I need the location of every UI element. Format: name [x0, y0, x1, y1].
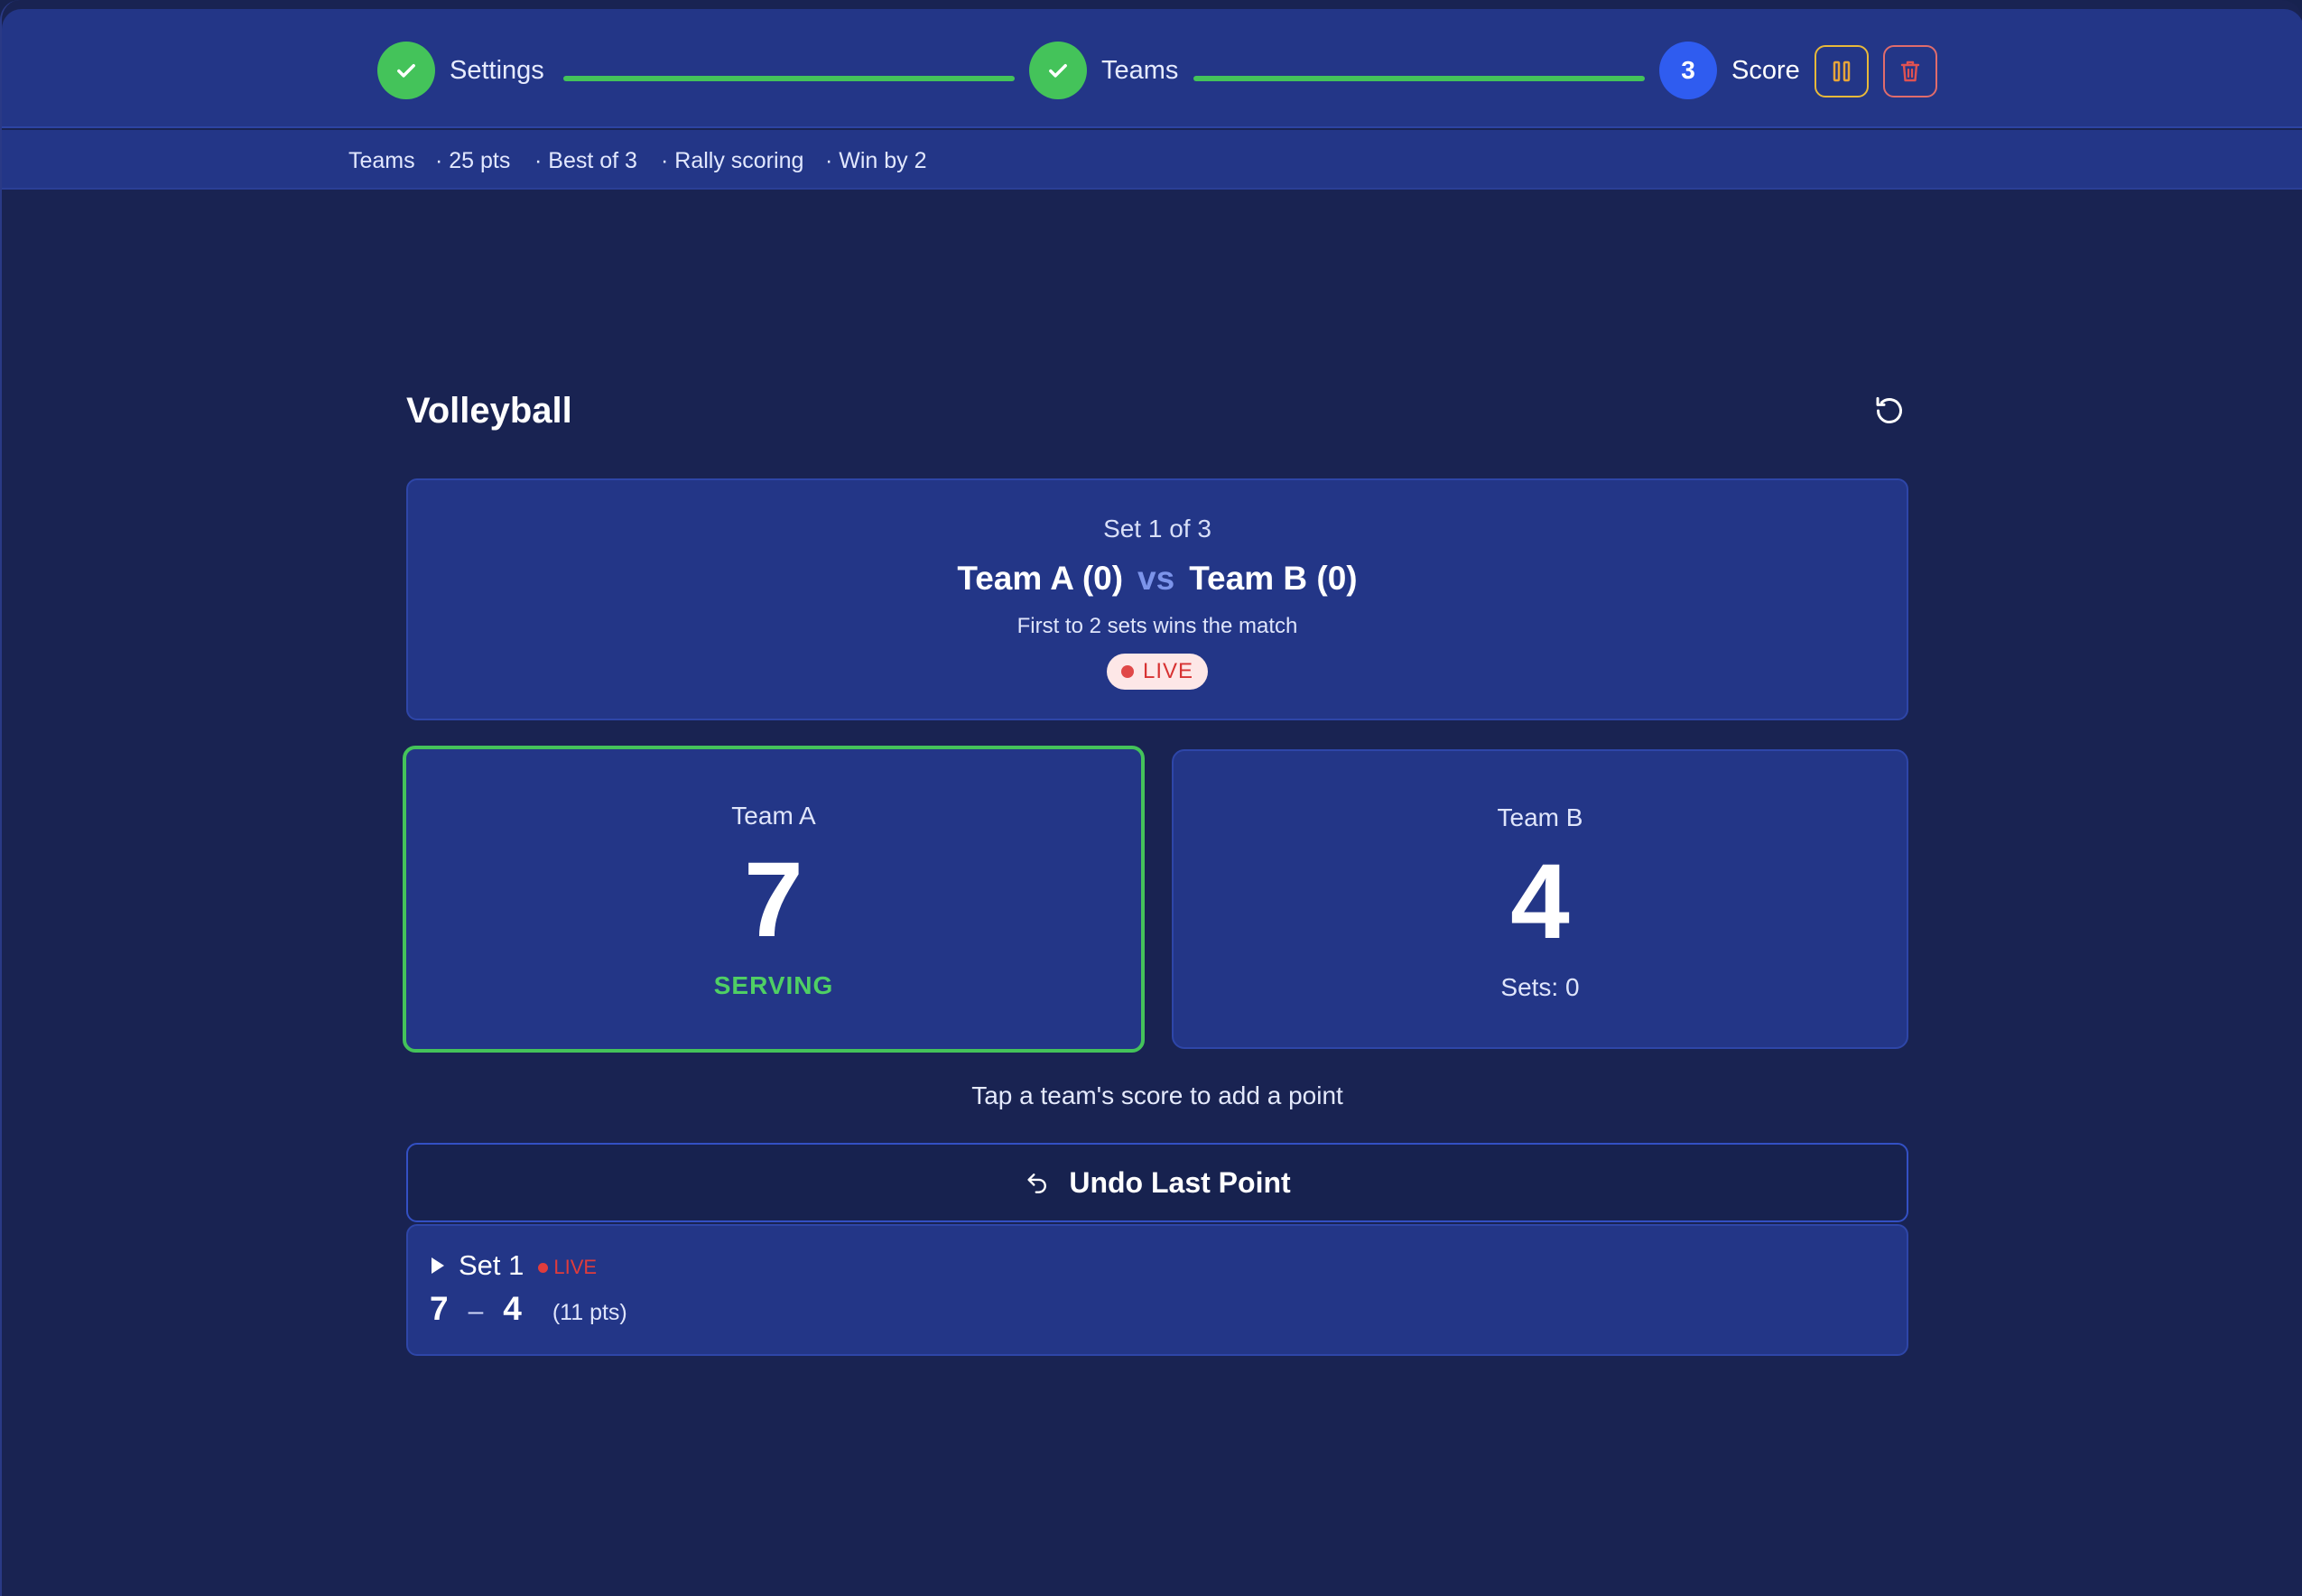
undo-label: Undo Last Point	[1069, 1165, 1291, 1199]
set-1-total-points: (11 pts)	[552, 1300, 627, 1325]
team-a-score-card[interactable]: Team A 7 SERVING	[403, 746, 1145, 1053]
matchup-team-b: Team B (0)	[1189, 560, 1358, 597]
team-b-score-card[interactable]: Team B 4 Sets: 0	[1172, 749, 1908, 1049]
team-b-name: Team B	[1497, 803, 1583, 831]
set-1-score-b: 4	[503, 1290, 522, 1327]
settings-summary: Teams · 25 pts · Best of 3 · Rally scori…	[2, 130, 2302, 190]
pause-button[interactable]	[1815, 45, 1869, 97]
summary-best-of: · Best of 3	[534, 148, 637, 173]
set-1-label: Set 1	[459, 1249, 524, 1281]
step-connector-1	[563, 76, 1015, 81]
team-b-sets: Sets: 0	[1500, 973, 1580, 1001]
summary-scoring: · Rally scoring	[661, 148, 804, 173]
matchup-vs: vs	[1137, 560, 1175, 597]
set-1-live-badge: LIVE	[538, 1246, 597, 1285]
step-connector-2	[1193, 76, 1645, 81]
matchup: Team A (0) vs Team B (0)	[408, 556, 1907, 601]
team-b-score: 4	[1510, 842, 1570, 961]
set-1-score-a: 7	[430, 1290, 449, 1327]
trash-icon	[1900, 60, 1920, 82]
refresh-icon	[1876, 396, 1902, 423]
scoring-hint: Tap a team's score to add a point	[971, 1081, 1343, 1109]
pause-icon	[1833, 60, 1851, 82]
undo-last-point-button[interactable]: Undo Last Point	[406, 1143, 1908, 1222]
summary-mode: Teams	[348, 148, 415, 173]
set-1-live-text: LIVE	[553, 1256, 598, 1278]
summary-win-by: · Win by 2	[825, 148, 927, 173]
team-a-serving-indicator: SERVING	[713, 971, 834, 999]
app-window: Settings Teams 3 Score Teams · 25 pts · …	[0, 0, 2302, 1596]
matchup-team-a: Team A (0)	[957, 560, 1124, 597]
step-score-number: 3	[1659, 42, 1717, 99]
step-settings-check-icon[interactable]	[377, 42, 435, 99]
set-1-score: 7 – 4 (11 pts)	[430, 1289, 627, 1329]
step-settings-label[interactable]: Settings	[450, 51, 544, 90]
step-score-label: Score	[1731, 56, 1800, 85]
undo-icon	[1024, 1169, 1051, 1196]
page-title: Volleyball	[406, 391, 572, 431]
match-rule: First to 2 sets wins the match	[1016, 614, 1298, 638]
set-1-toggle[interactable]: Set 1 LIVE	[430, 1246, 597, 1285]
delete-button[interactable]	[1883, 45, 1937, 97]
team-a-name: Team A	[731, 802, 816, 830]
team-a-score: 7	[744, 840, 803, 960]
summary-points: · 25 pts	[435, 148, 511, 173]
set-1-score-dash: –	[468, 1296, 484, 1326]
set-info: Set 1 of 3	[1103, 515, 1211, 543]
live-status-badge: LIVE	[1107, 654, 1208, 690]
step-teams-label[interactable]: Teams	[1101, 51, 1178, 90]
live-dot-icon	[538, 1262, 549, 1273]
live-status-text: LIVE	[1142, 659, 1194, 683]
step-teams-check-icon[interactable]	[1029, 42, 1087, 99]
caret-right-icon	[432, 1257, 444, 1274]
live-dot-icon	[1120, 665, 1134, 678]
reset-match-button[interactable]	[1867, 388, 1912, 433]
set-history-item: Set 1 LIVE 7 – 4 (11 pts)	[406, 1224, 1908, 1356]
stepper-header: Settings Teams 3 Score	[2, 9, 2302, 128]
